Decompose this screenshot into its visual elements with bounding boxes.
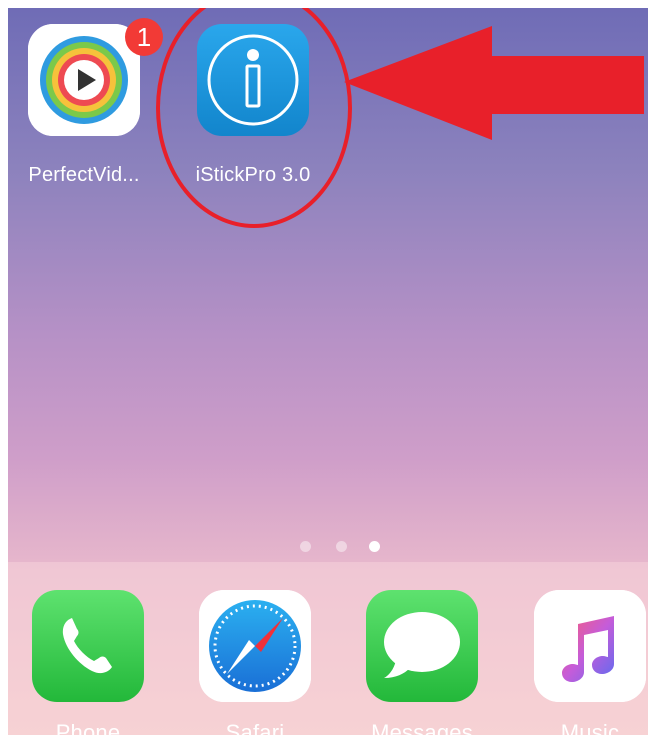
- app-label: Messages: [371, 720, 473, 735]
- app-label: PerfectVid...: [28, 164, 140, 186]
- safari-icon: [199, 590, 311, 702]
- app-label: Phone: [55, 720, 121, 735]
- app-label: Safari: [225, 720, 285, 735]
- app-label: Music: [560, 720, 620, 735]
- page-dot: [336, 541, 347, 552]
- annotation-circle: [156, 8, 352, 228]
- messages-icon: [366, 590, 478, 702]
- annotation-arrow: [344, 26, 644, 140]
- phone-icon: [32, 590, 144, 702]
- home-screen: 1 PerfectVid... iStickPro 3.0 Phone Safa…: [8, 8, 648, 735]
- perfectvideo-icon: [28, 24, 140, 136]
- dock: Phone Safari Messages Music: [8, 562, 648, 735]
- music-icon: [534, 590, 646, 702]
- page-dot: [300, 541, 311, 552]
- page-dot-active: [369, 541, 380, 552]
